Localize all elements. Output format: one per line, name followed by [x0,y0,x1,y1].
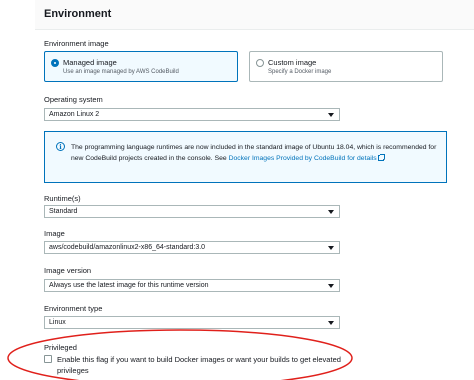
operating-system-value: Amazon Linux 2 [49,111,100,118]
docker-images-link[interactable]: Docker Images Provided by CodeBuild for … [228,154,385,162]
image-value: aws/codebuild/amazonlinux2-x86_64-standa… [49,244,206,251]
environment-type-value: Linux [49,319,66,326]
managed-image-description: Use an image managed by AWS CodeBuild [63,69,179,75]
image-label: Image [44,229,65,238]
external-link-icon [377,154,385,162]
custom-image-radio[interactable] [256,59,264,67]
custom-image-description: Specify a Docker image [268,69,332,75]
chevron-down-icon [328,321,334,325]
environment-type-select[interactable]: Linux [44,316,340,329]
chevron-down-icon [328,113,334,117]
section-header: Environment [35,0,474,30]
privileged-checkbox[interactable] [44,355,52,363]
image-version-label: Image version [44,266,92,275]
chevron-down-icon [328,210,334,214]
info-alert: i The programming language runtimes are … [44,131,447,183]
chevron-down-icon [328,246,334,250]
image-select[interactable]: aws/codebuild/amazonlinux2-x86_64-standa… [44,241,340,254]
runtime-value: Standard [49,208,78,215]
operating-system-select[interactable]: Amazon Linux 2 [44,108,340,121]
privileged-label: Privileged [44,343,77,352]
image-version-value: Always use the latest image for this run… [49,282,209,289]
privileged-checkbox-text: Enable this flag if you want to build Do… [57,355,341,375]
image-version-select[interactable]: Always use the latest image for this run… [44,279,340,292]
custom-image-title: Custom image [268,58,317,67]
managed-image-radio[interactable] [51,59,59,67]
info-message: The programming language runtimes are no… [71,142,443,164]
section-title: Environment [44,8,112,20]
environment-type-label: Environment type [44,304,103,313]
custom-image-option[interactable]: Custom image Specify a Docker image [249,51,443,82]
info-icon: i [56,142,65,151]
operating-system-label: Operating system [44,95,103,104]
chevron-down-icon [328,284,334,288]
managed-image-title: Managed image [63,58,117,67]
managed-image-option[interactable]: Managed image Use an image managed by AW… [44,51,238,82]
runtime-label: Runtime(s) [44,194,81,203]
runtime-select[interactable]: Standard [44,205,340,218]
docker-images-link-text: Docker Images Provided by CodeBuild for … [228,155,377,162]
environment-image-label: Environment image [44,39,109,48]
